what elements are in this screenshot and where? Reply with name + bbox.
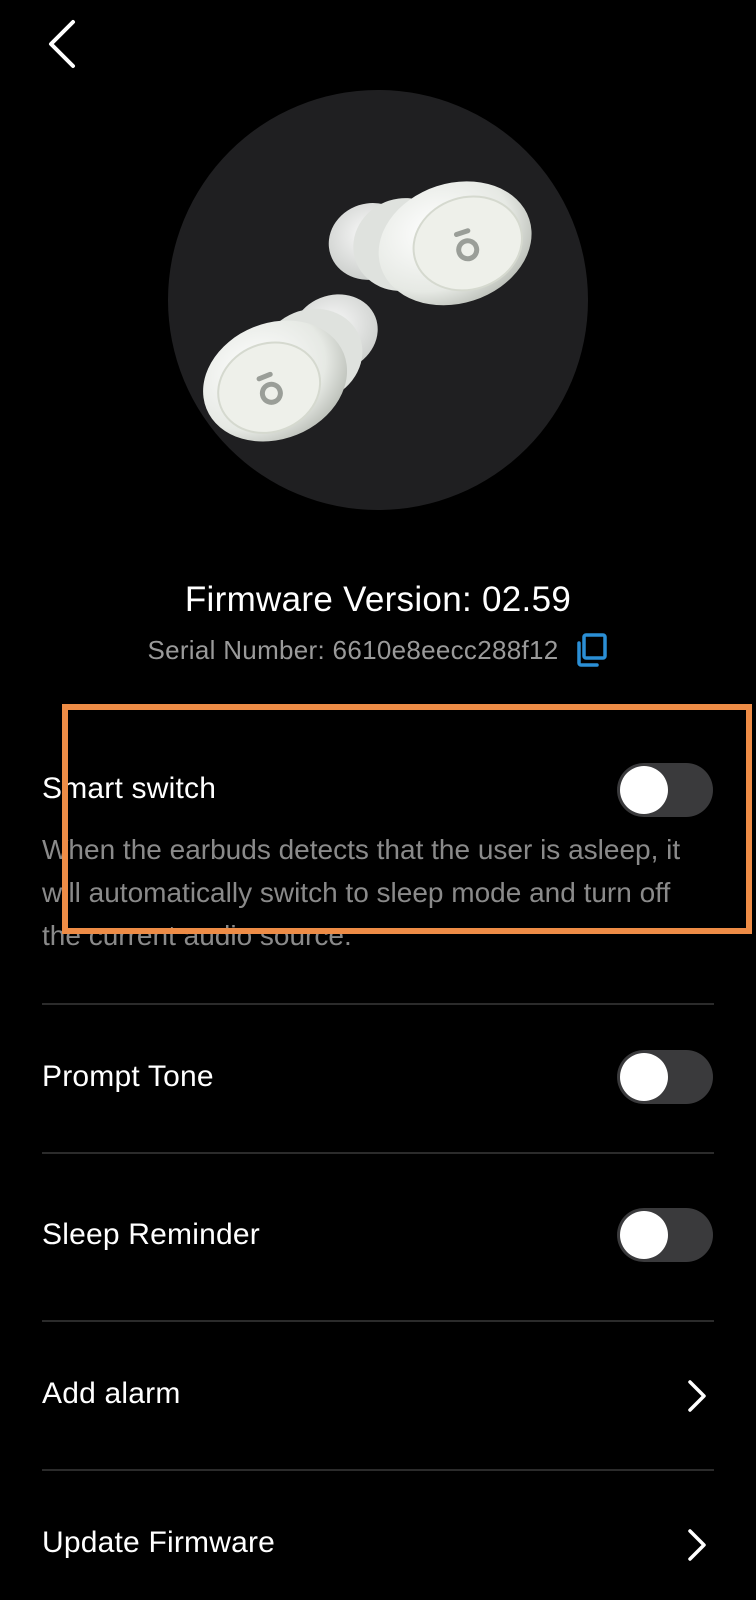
back-button[interactable] bbox=[40, 16, 84, 72]
toggle-knob bbox=[620, 766, 668, 814]
earbuds-image bbox=[168, 90, 588, 510]
toggle-knob bbox=[620, 1053, 668, 1101]
chevron-right-icon bbox=[688, 1380, 706, 1412]
serial-number: Serial Number: 6610e8eecc288f12 bbox=[147, 634, 559, 665]
firmware-version: Firmware Version: 02.59 bbox=[184, 580, 572, 619]
divider bbox=[42, 1003, 714, 1005]
divider bbox=[42, 1152, 714, 1154]
chevron-left-icon bbox=[49, 20, 75, 68]
update-firmware-label: Update Firmware bbox=[42, 1526, 276, 1559]
smart-switch-label: Smart switch bbox=[42, 772, 217, 805]
sleep-reminder-toggle[interactable] bbox=[617, 1208, 713, 1262]
chevron-right-icon bbox=[688, 1529, 706, 1561]
smart-switch-description: When the earbuds detects that the user i… bbox=[42, 834, 681, 948]
sleep-reminder-label: Sleep Reminder bbox=[42, 1218, 260, 1251]
toggle-knob bbox=[620, 1211, 668, 1259]
serial-number-row: Serial Number: 6610e8eecc288f12 bbox=[0, 632, 756, 668]
copy-icon[interactable] bbox=[573, 632, 609, 668]
add-alarm-label: Add alarm bbox=[42, 1377, 181, 1410]
prompt-tone-toggle[interactable] bbox=[617, 1050, 713, 1104]
smart-switch-toggle[interactable] bbox=[617, 763, 713, 817]
prompt-tone-label: Prompt Tone bbox=[42, 1060, 214, 1093]
